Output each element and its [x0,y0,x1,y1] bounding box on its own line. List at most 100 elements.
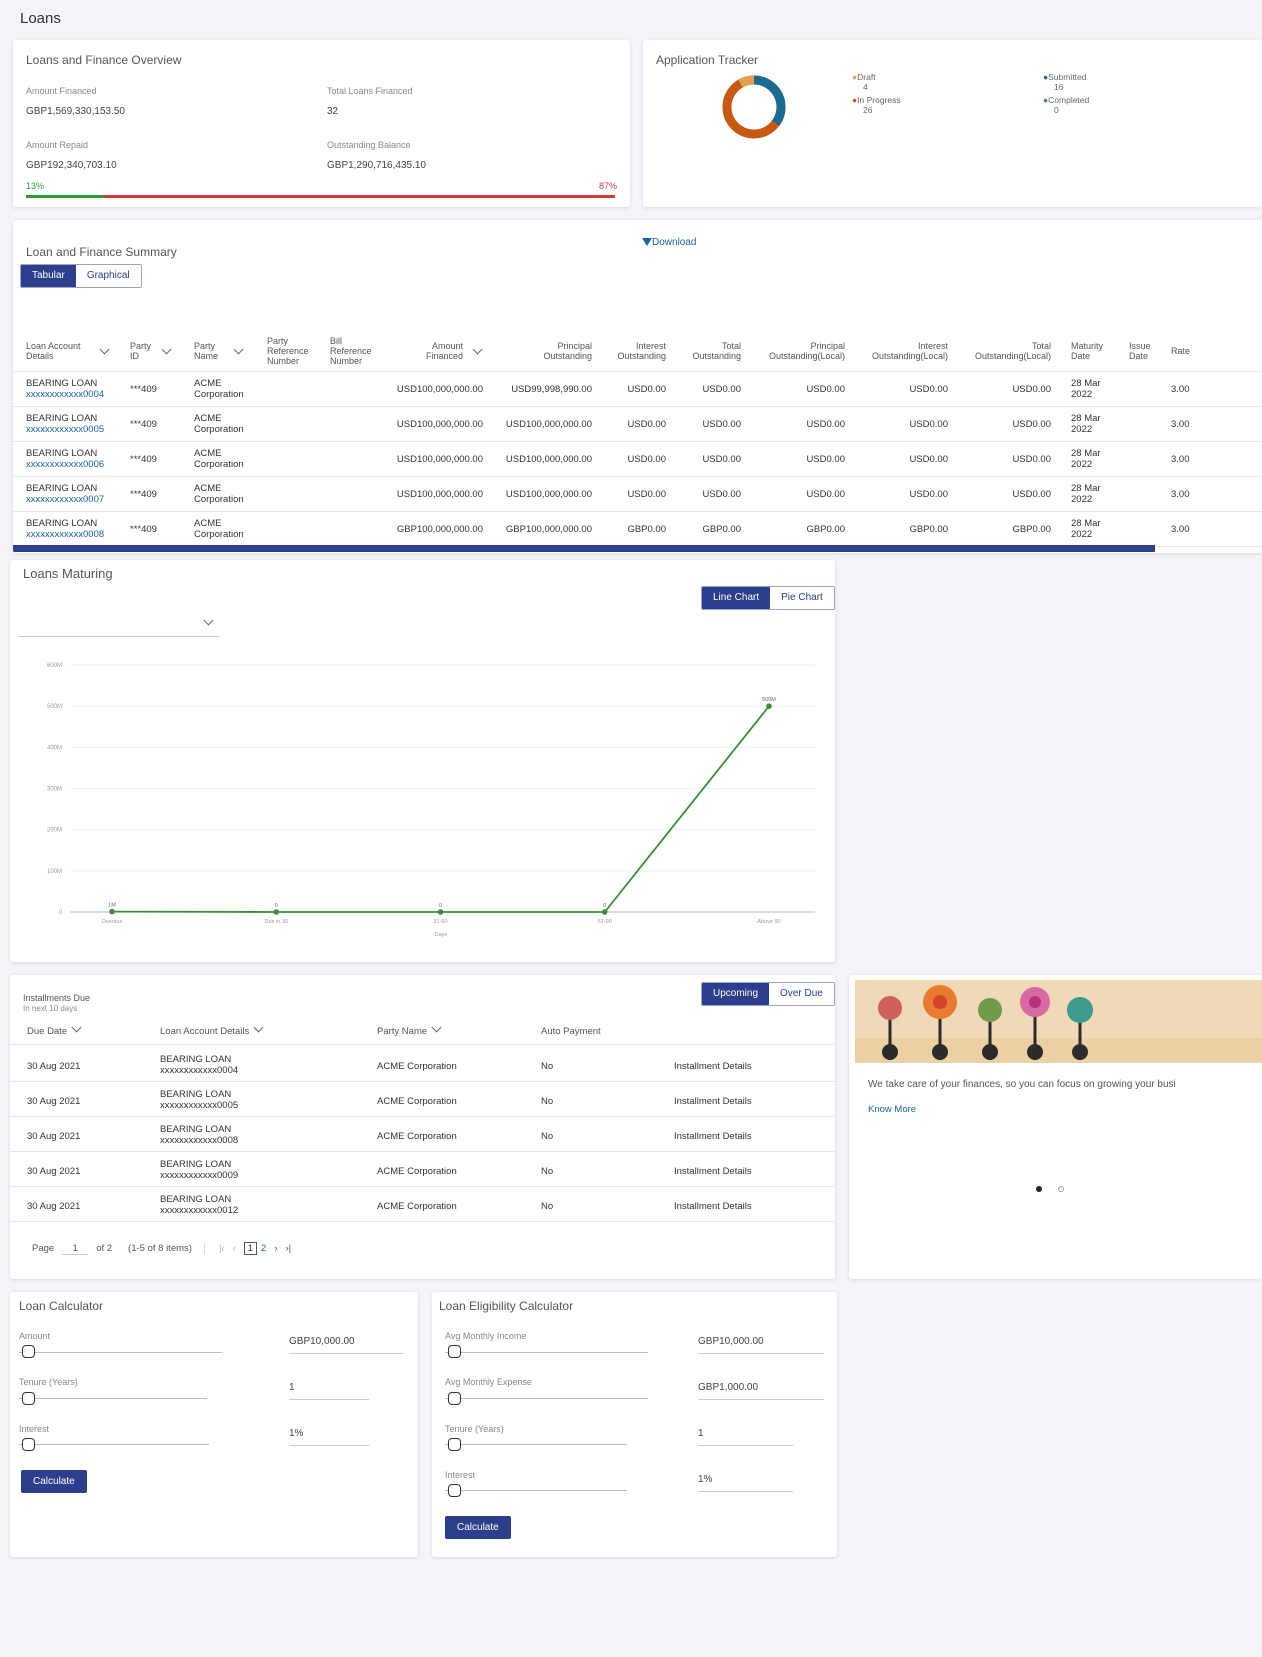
eligibility-calculate-button[interactable]: Calculate [445,1516,511,1539]
th-party-id[interactable]: Party ID [130,341,158,361]
horizontal-scrollbar[interactable] [13,545,1155,552]
tenure-slider-track[interactable] [19,1398,207,1399]
income-input[interactable]: GBP10,000.00 [698,1336,824,1354]
x-tick-label: 31-60 [433,919,447,925]
account-number-link[interactable]: xxxxxxxxxxxx0005 [26,424,104,435]
installment-details-link[interactable]: Installment Details [674,1131,752,1142]
income-slider-track[interactable] [445,1352,648,1353]
account-number-link[interactable]: xxxxxxxxxxxx0008 [26,529,104,540]
tab-tabular[interactable]: Tabular [21,265,76,287]
account-number-link[interactable]: xxxxxxxxxxxx0007 [26,494,104,505]
elig-tenure-slider-knob[interactable] [448,1438,461,1451]
th-due-date[interactable]: Due Date [27,1022,82,1037]
tenure-slider-knob[interactable] [22,1392,35,1405]
expense-slider-track[interactable] [445,1398,648,1399]
elig-tenure-slider-track[interactable] [445,1444,627,1445]
download-label: Download [652,237,697,248]
first-page-icon[interactable]: |‹ [219,1243,225,1254]
amount-slider-track[interactable] [19,1352,222,1353]
account-number-link[interactable]: xxxxxxxxxxxx0006 [26,459,104,470]
th-party-name[interactable]: Party Name [194,341,224,361]
th-amount-financed[interactable]: Amount Financed [413,341,463,361]
interest-slider-knob[interactable] [22,1438,35,1451]
installment-details-link[interactable]: Installment Details [674,1061,752,1072]
page-1-button[interactable]: 1 [243,1242,258,1255]
account-number-link[interactable]: xxxxxxxxxxxx0005 [160,1100,238,1111]
carousel-dot[interactable] [1058,1186,1064,1192]
interest-cell: USD0.00 [627,384,666,395]
elig-interest-input[interactable]: 1% [698,1474,793,1492]
elig-interest-slider-knob[interactable] [448,1484,461,1497]
installment-details-link[interactable]: Installment Details [674,1096,752,1107]
rate-cell: 3.00 [1171,419,1190,430]
last-page-icon[interactable]: ›| [286,1243,292,1254]
installment-details-link[interactable]: Installment Details [674,1201,752,1212]
rate-cell: 3.00 [1171,384,1190,395]
table-row: BEARING LOAN xxxxxxxxxxxx0005 ***409 ACME C… [13,407,1262,442]
tenure-label: Tenure (Years) [19,1377,78,1387]
due-date-cell: 30 Aug 2021 [27,1131,81,1142]
legend-in-progress: ●In Progress 26 [852,95,901,115]
sort-chevron-icon[interactable] [99,344,110,355]
party-name-cell: ACME Corporation [194,518,244,540]
outstanding-percent: 87% [598,181,617,191]
tab-pie-chart[interactable]: Pie Chart [770,587,834,609]
sort-chevron-icon[interactable] [472,344,483,355]
expense-input[interactable]: GBP1,000.00 [698,1382,824,1400]
party-name-cell: ACME Corporation [194,413,244,435]
maturity-cell: 28 Mar 2022 [1071,448,1101,470]
th-principal-outstanding: Principal Outstanding [543,341,592,361]
th-loan-account[interactable]: Loan Account Details [26,341,98,361]
page-label: Page [32,1243,55,1254]
installment-details-link[interactable]: Installment Details [674,1166,752,1177]
currency-dropdown[interactable] [18,615,220,637]
tab-upcoming[interactable]: Upcoming [702,983,770,1005]
party-id-cell: ***409 [130,419,157,430]
p-local-cell: USD0.00 [806,454,845,465]
interest-slider-track[interactable] [19,1444,209,1445]
tenure-input[interactable]: 1 [289,1382,369,1400]
calculate-button[interactable]: Calculate [21,1470,87,1493]
sort-chevron-icon[interactable] [233,344,244,355]
account-number-link[interactable]: xxxxxxxxxxxx0009 [160,1170,238,1181]
sort-chevron-icon[interactable] [71,1022,82,1033]
interest-label: Interest [19,1424,50,1434]
amount-cell: USD100,000,000.00 [396,454,483,465]
elig-interest-slider-track[interactable] [445,1490,627,1491]
loan-name: BEARING LOAN [160,1124,232,1135]
account-number-link[interactable]: xxxxxxxxxxxx0012 [160,1205,238,1216]
th-party-name[interactable]: Party Name [377,1022,442,1037]
account-number-link[interactable]: xxxxxxxxxxxx0004 [26,389,104,400]
elig-tenure-input[interactable]: 1 [698,1428,793,1446]
expense-slider-knob[interactable] [448,1392,461,1405]
amount-slider-knob[interactable] [22,1345,35,1358]
installments-card: Installments Due In next 10 days Upcomin… [10,975,835,1279]
party-id-cell: ***409 [130,489,157,500]
interest-input[interactable]: 1% [289,1428,369,1446]
tab-graphical[interactable]: Graphical [75,265,141,287]
carousel-dot-active[interactable] [1036,1186,1042,1192]
promo-card: We take care of your finances, so you ca… [849,975,1262,1279]
download-link[interactable]: Download [642,237,696,248]
pagination: Page 1 of 2 (1-5 of 8 items) |‹ ‹ 1 2 › … [32,1242,291,1255]
prev-page-icon[interactable]: ‹ [233,1243,236,1254]
income-slider-knob[interactable] [448,1345,461,1358]
know-more-link[interactable]: Know More [868,1104,916,1115]
sort-chevron-icon[interactable] [253,1022,264,1033]
amount-input[interactable]: GBP10,000.00 [289,1336,404,1354]
account-number-link[interactable]: xxxxxxxxxxxx0008 [160,1135,238,1146]
page-2-button[interactable]: 2 [261,1243,266,1254]
th-loan-account-details[interactable]: Loan Account Details [160,1022,264,1037]
data-label: 500M [762,697,776,703]
data-point [766,703,772,709]
sort-chevron-icon[interactable] [431,1022,442,1033]
page-input[interactable]: 1 [62,1243,89,1255]
sort-chevron-icon[interactable] [161,344,172,355]
p-local-cell: USD0.00 [806,489,845,500]
tab-line-chart[interactable]: Line Chart [702,587,771,609]
tab-over-due[interactable]: Over Due [769,983,834,1005]
account-number-link[interactable]: xxxxxxxxxxxx0004 [160,1065,238,1076]
loan-account-cell: BEARING LOAN xxxxxxxxxxxx0008 [26,518,104,540]
interest-cell: USD0.00 [627,489,666,500]
next-page-icon[interactable]: › [274,1243,277,1254]
